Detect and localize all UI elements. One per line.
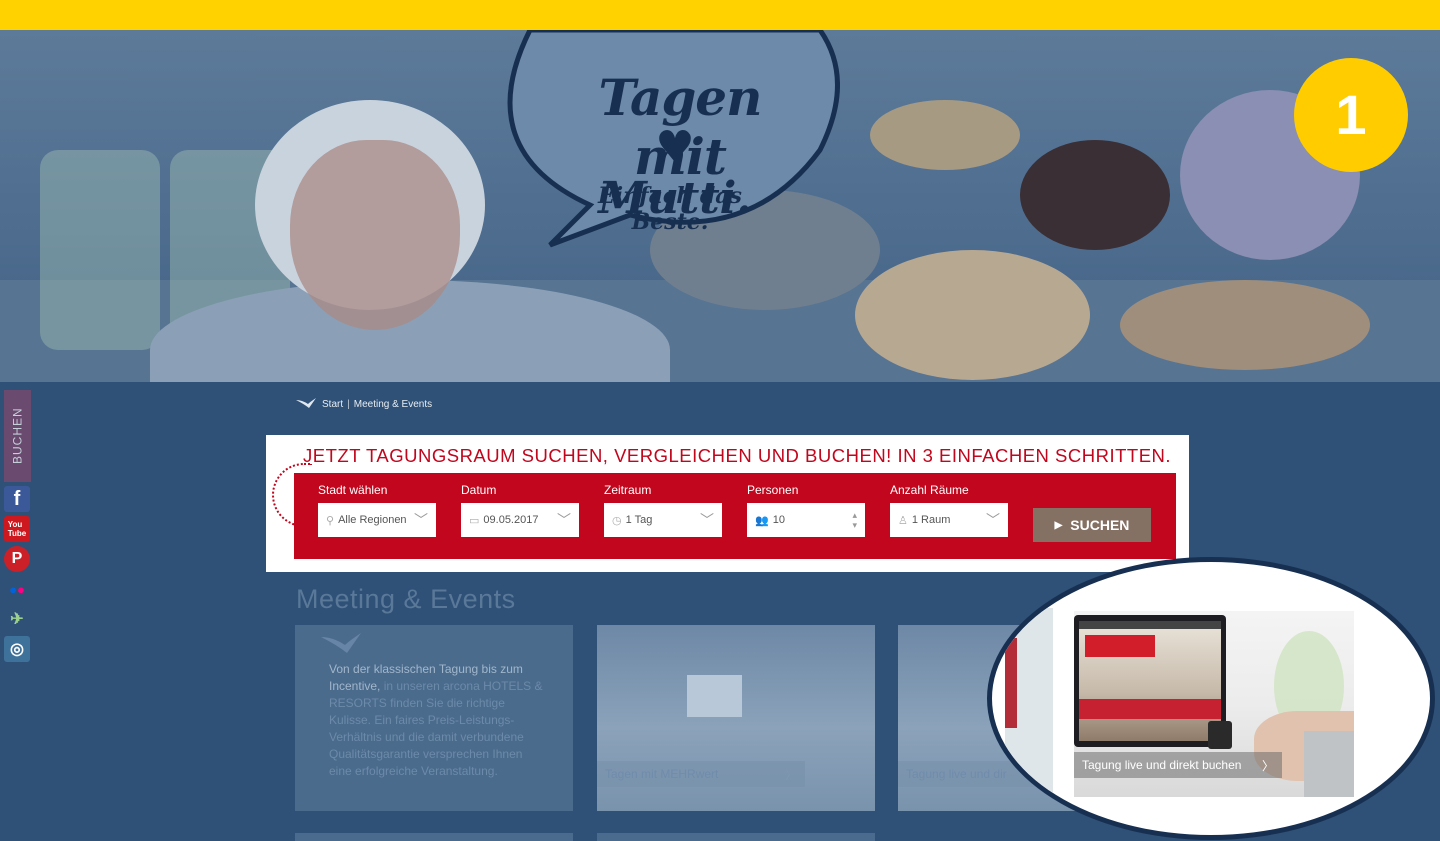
pinterest-icon[interactable]: P bbox=[4, 546, 30, 572]
person-icon: ♙ bbox=[898, 514, 908, 527]
section-title: Meeting & Events bbox=[296, 584, 516, 614]
persons-field: Personen 👥 10 ▴ ▾ bbox=[747, 483, 865, 537]
chocolate-cake-image bbox=[1020, 140, 1170, 250]
slogan-line3: Einfach das Beste. bbox=[598, 183, 742, 235]
top-highlight-bar bbox=[0, 0, 1440, 30]
period-field: Zeitraum ◷ 1 Tag ﹀ bbox=[604, 483, 722, 537]
conference-room-image bbox=[1005, 608, 1053, 808]
calendar-icon: ▭ bbox=[469, 514, 480, 527]
period-select[interactable]: ◷ 1 Tag ﹀ bbox=[604, 503, 722, 537]
heart-icon: ♥ bbox=[655, 122, 695, 173]
pastry-image bbox=[870, 100, 1020, 170]
date-field: Datum ▭ 09.05.2017 ﹀ bbox=[461, 483, 579, 537]
card-partial bbox=[295, 833, 573, 841]
breadcrumb: Start | Meeting & Events bbox=[296, 398, 432, 410]
hero-banner: Tagen mit ♥ Mutti. Einfach das Beste. bbox=[0, 30, 1440, 382]
card-caption[interactable]: Tagen mit MEHRwert 〉 bbox=[597, 761, 805, 787]
hero-woman bbox=[290, 140, 460, 330]
facebook-icon[interactable]: f bbox=[4, 486, 30, 512]
chevron-right-icon: 〉 bbox=[1261, 758, 1274, 773]
youtube-icon[interactable]: You Tube bbox=[4, 516, 30, 542]
cookies-image bbox=[1120, 280, 1370, 370]
intro-text: in unseren arcona HOTELS & RESORTS finde… bbox=[329, 679, 543, 778]
people-icon: 👥 bbox=[755, 514, 769, 527]
crumble-cake-image bbox=[855, 250, 1090, 380]
chevron-down-icon: ﹀ bbox=[414, 512, 428, 528]
zoom-magnifier: Tagung live und direkt buchen 〉 bbox=[987, 557, 1435, 840]
meeting-card[interactable]: Tagen mit MEHRwert 〉 bbox=[597, 625, 875, 811]
tripadvisor-icon[interactable]: ✈ bbox=[4, 606, 30, 632]
chevron-down-icon: ﹀ bbox=[557, 512, 571, 528]
social-sidebar: BUCHEN f You Tube P ● ● ✈ ◎ bbox=[4, 390, 32, 662]
mug-image bbox=[1208, 721, 1232, 749]
date-picker[interactable]: ▭ 09.05.2017 ﹀ bbox=[461, 503, 579, 537]
rooms-select[interactable]: ♙ 1 Raum ﹀ bbox=[890, 503, 1008, 537]
chevron-down-icon: ﹀ bbox=[700, 512, 714, 528]
card-partial bbox=[597, 833, 875, 841]
stepper-arrows-icon[interactable]: ▴ ▾ bbox=[852, 510, 857, 530]
search-form-panel: Stadt wählen ⚲ Alle Regionen ﹀ Datum ▭ 0… bbox=[294, 473, 1176, 559]
rooms-field: Anzahl Räume ♙ 1 Raum ﹀ bbox=[890, 483, 1008, 537]
live-booking-caption[interactable]: Tagung live und direkt buchen 〉 bbox=[1074, 752, 1282, 778]
monitor-image bbox=[1074, 615, 1226, 747]
breadcrumb-current: Meeting & Events bbox=[353, 398, 433, 410]
city-select[interactable]: ⚲ Alle Regionen ﹀ bbox=[318, 503, 436, 537]
step-number-badge: 1 bbox=[1294, 58, 1408, 172]
instagram-icon[interactable]: ◎ bbox=[4, 636, 30, 662]
chevron-right-icon: 〉 bbox=[784, 767, 797, 782]
search-title: JETZT TAGUNGSRAUM SUCHEN, VERGLEICHEN UN… bbox=[303, 445, 1172, 466]
search-button[interactable]: ▶ SUCHEN bbox=[1033, 508, 1151, 542]
play-arrow-icon: ▶ bbox=[1054, 519, 1063, 531]
clock-icon: ◷ bbox=[612, 514, 622, 527]
location-pin-icon: ⚲ bbox=[326, 514, 335, 527]
chevron-down-icon: ﹀ bbox=[986, 512, 1000, 528]
flickr-icon[interactable]: ● ● bbox=[4, 576, 30, 602]
intro-card: Von der klassischen Tagung bis zum Incen… bbox=[295, 625, 573, 811]
buchen-tab[interactable]: BUCHEN bbox=[4, 390, 31, 482]
breadcrumb-home-link[interactable]: Start bbox=[322, 399, 343, 410]
arcona-logo-icon bbox=[296, 398, 316, 408]
persons-stepper[interactable]: 👥 10 ▴ ▾ bbox=[747, 503, 865, 537]
arcona-logo-icon bbox=[321, 633, 361, 653]
city-field: Stadt wählen ⚲ Alle Regionen ﹀ bbox=[318, 483, 436, 537]
pitcher-image bbox=[40, 150, 160, 350]
meeting-room-search-widget: JETZT TAGUNGSRAUM SUCHEN, VERGLEICHEN UN… bbox=[266, 435, 1189, 572]
